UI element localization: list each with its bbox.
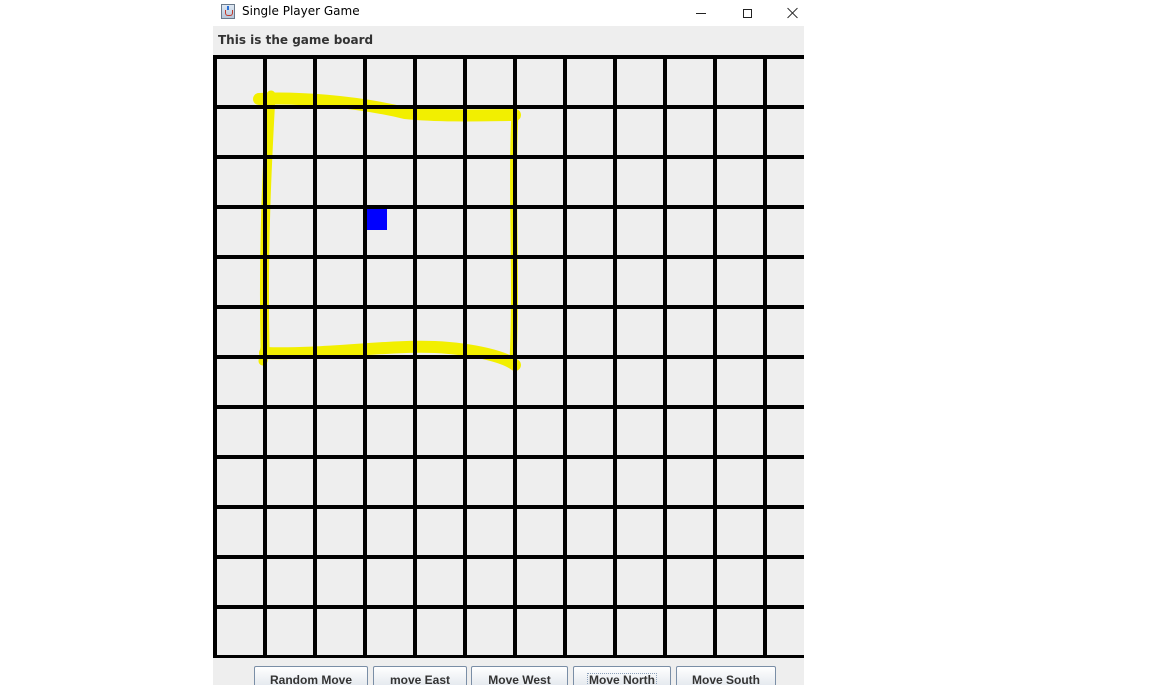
move-west-button[interactable]: Move West: [471, 666, 568, 685]
minimize-icon: [696, 12, 706, 14]
move-south-button[interactable]: Move South: [676, 666, 776, 685]
move-east-label: move East: [389, 673, 451, 685]
move-west-label: Move West: [488, 673, 551, 685]
maximize-button[interactable]: [724, 0, 770, 26]
game-board[interactable]: [213, 55, 804, 658]
player-token: [367, 209, 387, 230]
board-label: This is the game board: [218, 33, 374, 47]
random-move-label: Random Move: [269, 673, 352, 685]
minimize-button[interactable]: [678, 0, 724, 26]
close-button[interactable]: [770, 0, 804, 26]
close-icon: [787, 7, 799, 19]
random-move-button[interactable]: Random Move: [254, 666, 368, 685]
move-north-label: Move North: [587, 673, 657, 685]
java-app-icon: [221, 4, 235, 19]
window-title: Single Player Game: [242, 4, 360, 18]
title-bar[interactable]: Single Player Game: [213, 0, 804, 26]
move-east-button[interactable]: move East: [373, 666, 467, 685]
move-south-label: Move South: [692, 673, 760, 685]
move-north-button[interactable]: Move North: [573, 666, 671, 685]
game-board-canvas: [213, 55, 804, 658]
maximize-icon: [742, 8, 752, 18]
button-row: Random Move move East Move West Move Nor…: [213, 666, 804, 685]
content-pane: This is the game board Random Move move …: [213, 26, 804, 685]
game-window: Single Player Game This is the game boar…: [213, 0, 804, 685]
